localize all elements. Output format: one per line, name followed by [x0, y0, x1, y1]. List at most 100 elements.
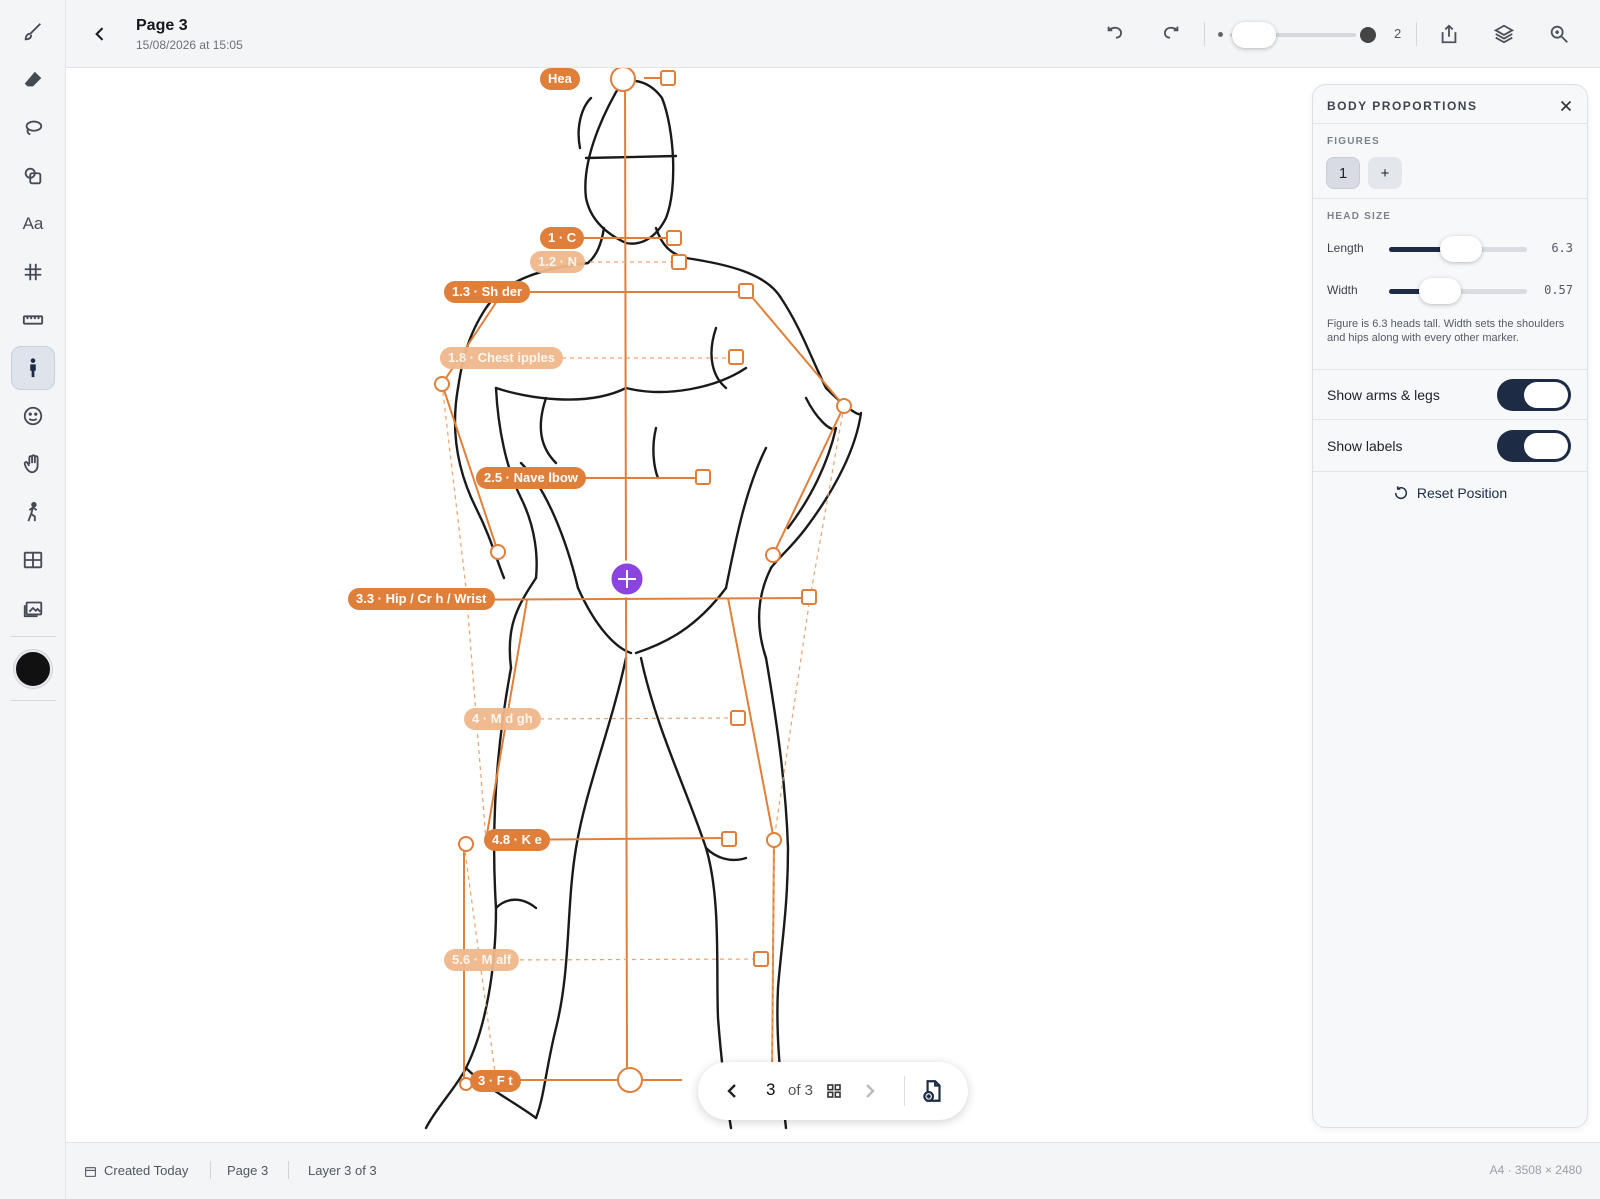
add-figure-button[interactable]: +: [1368, 157, 1402, 189]
tool-rail: Aa: [0, 0, 66, 1199]
share-button[interactable]: [1435, 20, 1463, 48]
panel-divider: [1313, 198, 1587, 199]
panels-icon: [23, 551, 43, 569]
redo-button[interactable]: [1157, 20, 1185, 48]
panel-divider: [1313, 419, 1587, 420]
status-divider: [288, 1161, 289, 1179]
show-arms-toggle[interactable]: [1497, 379, 1571, 411]
zoom-icon: [1550, 25, 1568, 43]
pose-tool[interactable]: [11, 490, 55, 534]
created-status: Created Today: [104, 1163, 189, 1178]
text-icon: Aa: [22, 214, 44, 233]
panel-divider: [1313, 471, 1587, 472]
close-icon: [1560, 100, 1572, 112]
head-size-label: HEAD SIZE: [1327, 211, 1392, 222]
current-color-swatch[interactable]: [14, 650, 52, 688]
undo-icon: [1107, 26, 1122, 39]
hand-tool[interactable]: [11, 442, 55, 486]
label-midthigh[interactable]: 4 · M d gh: [464, 708, 541, 730]
panel-title: BODY PROPORTIONS: [1327, 99, 1478, 113]
top-bar: Page 3 15/08/2026 at 15:05 2: [66, 0, 1600, 68]
next-page-button[interactable]: [858, 1079, 882, 1103]
panel-divider: [1313, 369, 1587, 370]
width-label: Width: [1327, 283, 1358, 297]
label-chest[interactable]: 1.8 · Chest ipples: [440, 347, 563, 369]
eraser-icon: [24, 71, 42, 87]
panels-tool[interactable]: [11, 538, 55, 582]
status-divider: [210, 1161, 211, 1179]
grid-view-icon: [827, 1084, 841, 1098]
label-shoulder[interactable]: 1.3 · Sh der: [444, 281, 531, 303]
lasso-tool[interactable]: [11, 106, 55, 150]
shapes-tool[interactable]: [11, 154, 55, 198]
show-labels-label: Show labels: [1327, 438, 1403, 454]
face-tool[interactable]: [11, 394, 55, 438]
label-midcalf[interactable]: 5.6 · M alf: [444, 949, 520, 971]
label-chin[interactable]: 1 · C: [540, 227, 585, 249]
label-knee[interactable]: 4.8 · K e: [484, 829, 550, 851]
back-button[interactable]: [86, 20, 114, 48]
face-icon: [23, 406, 43, 426]
brush-size-value: 2: [1394, 26, 1402, 41]
add-page-button[interactable]: [920, 1078, 946, 1104]
pager-divider: [904, 1076, 905, 1106]
lasso-icon: [25, 120, 43, 136]
label-foot[interactable]: 3 · F t: [470, 1070, 521, 1092]
length-value: 6.3: [1551, 241, 1573, 255]
reset-position-button[interactable]: Reset Position: [1313, 481, 1587, 505]
chevron-left-icon: [95, 27, 104, 41]
chevron-left-icon: [727, 1084, 736, 1098]
document-size: A4 · 3508 × 2480: [1489, 1163, 1582, 1177]
label-head[interactable]: Hea: [540, 68, 580, 90]
reset-icon: [1394, 486, 1407, 500]
show-arms-label: Show arms & legs: [1327, 387, 1440, 403]
calendar-icon: [85, 1167, 96, 1177]
toggle-knob: [1524, 433, 1568, 459]
page-status: Page 3: [227, 1163, 269, 1178]
rail-divider: [10, 636, 56, 637]
head-size-note: Figure is 6.3 heads tall. Width sets the…: [1327, 318, 1565, 344]
toolbar-divider: [1204, 22, 1205, 46]
brush-icon: [24, 23, 41, 41]
ruler-icon: [22, 315, 44, 325]
length-slider-thumb[interactable]: [1439, 236, 1482, 262]
width-slider[interactable]: [1389, 278, 1527, 304]
ruler-tool[interactable]: [11, 298, 55, 342]
zoom-button[interactable]: [1545, 20, 1573, 48]
body-proportions-tool[interactable]: [11, 346, 55, 390]
layers-icon: [1493, 24, 1515, 44]
figure-1-button[interactable]: 1: [1326, 157, 1360, 189]
text-tool[interactable]: Aa: [11, 202, 55, 246]
reset-label: Reset Position: [1416, 485, 1508, 501]
brush-tool[interactable]: [11, 10, 55, 54]
label-neck[interactable]: 1.2 · N: [530, 251, 586, 273]
page-grid-button[interactable]: [826, 1083, 842, 1099]
eraser-tool[interactable]: [11, 58, 55, 102]
width-slider-thumb[interactable]: [1419, 278, 1462, 304]
grid-tool[interactable]: [11, 250, 55, 294]
page-title: Page 3: [136, 17, 188, 34]
status-bar: Created Today Page 3 Layer 3 of 3 A4 · 3…: [66, 1142, 1600, 1199]
brush-size-slider[interactable]: 2: [1216, 18, 1446, 50]
show-labels-toggle[interactable]: [1497, 430, 1571, 462]
layers-button[interactable]: [1490, 20, 1518, 48]
image-tool[interactable]: [11, 586, 55, 630]
hand-icon: [23, 454, 39, 474]
figures-label: FIGURES: [1327, 136, 1380, 147]
label-navel[interactable]: 2.5 · Nave lbow: [476, 467, 586, 489]
label-hip[interactable]: 3.3 · Hip / Cr h / Wrist: [348, 588, 495, 610]
share-icon: [1441, 24, 1457, 44]
length-slider[interactable]: [1389, 236, 1527, 262]
page-navigator: 3 of 3: [698, 1062, 968, 1120]
panel-close-button[interactable]: [1557, 97, 1575, 115]
undo-button[interactable]: [1101, 20, 1129, 48]
toolbar-divider: [1416, 22, 1417, 46]
panel-divider: [1313, 123, 1587, 124]
image-icon: [23, 601, 43, 618]
previous-page-button[interactable]: [720, 1079, 744, 1103]
rail-divider: [10, 700, 56, 701]
brush-size-thumb[interactable]: [1232, 22, 1276, 48]
min-size-dot: [1218, 32, 1223, 37]
chevron-right-icon: [866, 1084, 875, 1098]
page-count-text: of 3: [788, 1082, 814, 1099]
